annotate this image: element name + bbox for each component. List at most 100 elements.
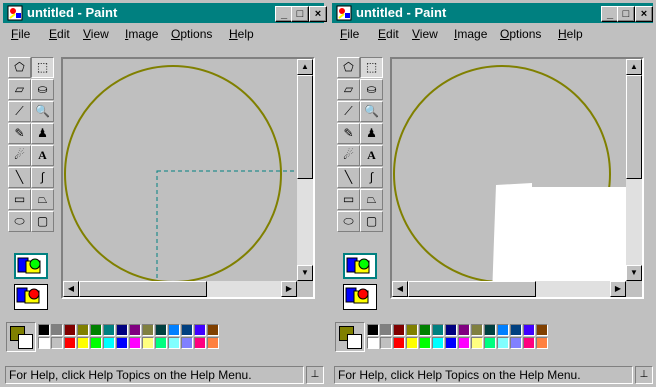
palette-swatch[interactable] [406, 337, 418, 349]
tool-curve[interactable]: ∫ [31, 167, 54, 188]
transparent-option-transparent[interactable] [14, 284, 48, 310]
menu-image[interactable]: Image [454, 27, 487, 41]
tool-fill[interactable]: ⛀ [360, 79, 383, 100]
palette-swatch[interactable] [419, 337, 431, 349]
palette-swatch[interactable] [406, 324, 418, 336]
menu-edit[interactable]: Edit [49, 27, 70, 41]
palette-swatch[interactable] [380, 324, 392, 336]
tool-free-form-select[interactable]: ⬠ [337, 57, 360, 78]
selection-marquee[interactable] [156, 170, 297, 281]
vertical-scrollbar[interactable]: ▲ ▼ [297, 59, 313, 297]
palette-swatch[interactable] [194, 337, 206, 349]
palette-swatch[interactable] [155, 324, 167, 336]
maximize-button[interactable]: □ [617, 6, 635, 22]
menu-help[interactable]: Help [229, 27, 254, 41]
palette-swatch[interactable] [393, 324, 405, 336]
tool-brush[interactable]: ♟ [360, 123, 383, 144]
tool-ellipse[interactable]: ⬭ [337, 211, 360, 232]
menu-file[interactable]: File [340, 27, 359, 41]
palette-swatch[interactable] [445, 337, 457, 349]
tool-fill[interactable]: ⛀ [31, 79, 54, 100]
title-bar[interactable]: untitled - Paint _ □ × [332, 3, 653, 23]
tool-eraser[interactable]: ▱ [337, 79, 360, 100]
scroll-up-arrow-icon[interactable]: ▲ [297, 59, 313, 75]
tool-rounded-rectangle[interactable]: ▢ [31, 211, 54, 232]
paint-app-icon[interactable] [7, 5, 23, 21]
tool-curve[interactable]: ∫ [360, 167, 383, 188]
tool-ellipse[interactable]: ⬭ [8, 211, 31, 232]
palette-swatch[interactable] [471, 324, 483, 336]
menu-edit[interactable]: Edit [378, 27, 399, 41]
menu-options[interactable]: Options [500, 27, 541, 41]
palette-swatch[interactable] [103, 337, 115, 349]
palette-swatch[interactable] [367, 337, 379, 349]
palette-swatch[interactable] [445, 324, 457, 336]
tool-polygon[interactable]: ⏢ [31, 189, 54, 210]
palette-swatch[interactable] [510, 324, 522, 336]
transparent-option-transparent[interactable] [343, 284, 377, 310]
scroll-right-arrow-icon[interactable]: ▶ [281, 281, 297, 297]
tool-select[interactable]: ⬚ [31, 57, 54, 78]
palette-swatch[interactable] [510, 337, 522, 349]
palette-swatch[interactable] [38, 337, 50, 349]
menu-view[interactable]: View [83, 27, 109, 41]
drawing-canvas[interactable]: ▲ ▼ ◀ ▶ [61, 57, 315, 299]
palette-swatch[interactable] [536, 337, 548, 349]
tool-select[interactable]: ⬚ [360, 57, 383, 78]
menu-options[interactable]: Options [171, 27, 212, 41]
palette-swatch[interactable] [129, 337, 141, 349]
palette-swatch[interactable] [458, 337, 470, 349]
palette-swatch[interactable] [90, 337, 102, 349]
menu-file[interactable]: File [11, 27, 30, 41]
palette-swatch[interactable] [207, 324, 219, 336]
tool-text[interactable]: A [360, 145, 383, 166]
palette-swatch[interactable] [38, 324, 50, 336]
tool-pick-color[interactable]: ⟋ [8, 101, 31, 122]
tool-magnifier[interactable]: 🔍 [360, 101, 383, 122]
close-button[interactable]: × [309, 6, 327, 22]
palette-swatch[interactable] [64, 337, 76, 349]
scroll-down-arrow-icon[interactable]: ▼ [626, 265, 642, 281]
title-bar[interactable]: untitled - Paint _ □ × [3, 3, 327, 23]
tool-eraser[interactable]: ▱ [8, 79, 31, 100]
palette-swatch[interactable] [419, 324, 431, 336]
palette-swatch[interactable] [181, 337, 193, 349]
tool-brush[interactable]: ♟ [31, 123, 54, 144]
tool-rounded-rectangle[interactable]: ▢ [360, 211, 383, 232]
palette-swatch[interactable] [168, 337, 180, 349]
tool-pencil[interactable]: ✎ [337, 123, 360, 144]
tool-line[interactable]: ╲ [337, 167, 360, 188]
palette-swatch[interactable] [168, 324, 180, 336]
palette-swatch[interactable] [51, 324, 63, 336]
menu-help[interactable]: Help [558, 27, 583, 41]
palette-swatch[interactable] [484, 324, 496, 336]
maximize-button[interactable]: □ [291, 6, 309, 22]
palette-swatch[interactable] [103, 324, 115, 336]
palette-swatch[interactable] [484, 337, 496, 349]
palette-swatch[interactable] [142, 324, 154, 336]
tool-airbrush[interactable]: ☄ [337, 145, 360, 166]
palette-swatch[interactable] [181, 324, 193, 336]
menu-image[interactable]: Image [125, 27, 158, 41]
vertical-scroll-thumb[interactable] [626, 75, 642, 179]
palette-swatch[interactable] [432, 337, 444, 349]
tool-text[interactable]: A [31, 145, 54, 166]
palette-swatch[interactable] [77, 324, 89, 336]
palette-swatch[interactable] [458, 324, 470, 336]
scroll-right-arrow-icon[interactable]: ▶ [610, 281, 626, 297]
tool-magnifier[interactable]: 🔍 [31, 101, 54, 122]
palette-swatch[interactable] [77, 337, 89, 349]
palette-swatch[interactable] [90, 324, 102, 336]
palette-swatch[interactable] [155, 337, 167, 349]
transparent-option-opaque[interactable] [343, 253, 377, 279]
resize-grip-icon[interactable]: ⊥ [306, 366, 324, 384]
tool-rectangle[interactable]: ▭ [8, 189, 31, 210]
palette-swatch[interactable] [523, 337, 535, 349]
drawing-canvas[interactable]: ▲ ▼ ◀ ▶ [390, 57, 644, 299]
palette-swatch[interactable] [393, 337, 405, 349]
transparent-option-opaque[interactable] [14, 253, 48, 279]
resize-grip-icon[interactable]: ⊥ [635, 366, 653, 384]
close-button[interactable]: × [635, 6, 653, 22]
palette-swatch[interactable] [64, 324, 76, 336]
palette-swatch[interactable] [380, 337, 392, 349]
